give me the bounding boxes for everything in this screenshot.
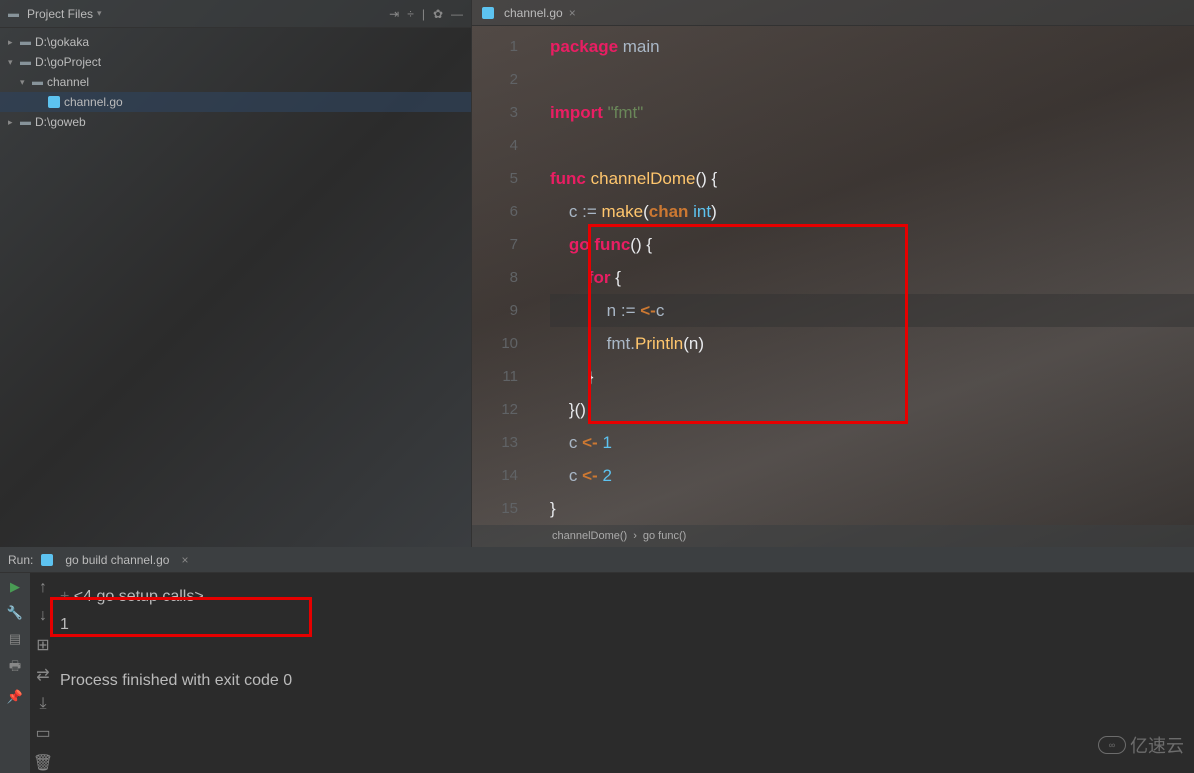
editor-body[interactable]: 123456789101112131415 package main import… (472, 26, 1194, 525)
cloud-icon: ∞ (1098, 736, 1126, 754)
project-title: Project Files (27, 7, 93, 21)
breadcrumb-fn[interactable]: channelDome() (552, 530, 627, 542)
tree-label: channel.go (64, 95, 123, 109)
trash-icon[interactable]: 🗑 (33, 753, 53, 773)
code-line[interactable]: import "fmt" (550, 96, 1194, 129)
close-icon[interactable]: × (181, 553, 188, 567)
tree-item[interactable]: ▾▬channel (0, 72, 471, 92)
tree-item[interactable]: ▸▬D:\goweb (0, 112, 471, 132)
tree-label: D:\goProject (35, 55, 101, 69)
down-icon[interactable]: ↓ (39, 607, 47, 625)
tab-label: channel.go (504, 6, 563, 20)
chevron-right-icon: › (633, 530, 637, 542)
tree-item[interactable]: channel.go (0, 92, 471, 112)
code-line[interactable]: func channelDome() { (550, 162, 1194, 195)
gofile-icon (48, 96, 60, 108)
tree-label: D:\gokaka (35, 35, 89, 49)
line-gutter: 123456789101112131415 (472, 26, 532, 525)
gofile-icon (41, 554, 53, 566)
code-line[interactable]: }() (550, 393, 1194, 426)
code-line[interactable]: package main (550, 30, 1194, 63)
folder-icon: ▬ (20, 36, 31, 48)
console-output[interactable]: + <4 go setup calls> 1 Process finished … (56, 573, 1194, 773)
breadcrumb-sub[interactable]: go func() (643, 530, 686, 542)
filter-icon[interactable]: ▭ (35, 723, 50, 743)
run-config-name[interactable]: go build channel.go (65, 553, 169, 567)
separator: | (422, 7, 425, 21)
divide-icon[interactable]: ÷ (407, 7, 414, 21)
hide-icon[interactable]: — (451, 7, 463, 21)
console-setup: <4 go setup calls> (74, 588, 204, 605)
tab-channel-go[interactable]: channel.go × (472, 0, 586, 25)
wrench-icon[interactable]: 🔧 (7, 605, 23, 621)
editor-tabs: channel.go × (472, 0, 1194, 26)
code-line[interactable]: c <- 2 (550, 459, 1194, 492)
project-tree[interactable]: ▸▬D:\gokaka▾▬D:\goProject▾▬channelchanne… (0, 28, 471, 547)
code-line[interactable] (550, 63, 1194, 96)
tree-label: channel (47, 75, 89, 89)
editor-panel: channel.go × 123456789101112131415 packa… (472, 0, 1194, 547)
run-toolbar-left: ▶ 🔧 ▤ 🖶 📌 (0, 573, 30, 773)
code-line[interactable]: c := make(chan int) (550, 195, 1194, 228)
code-line[interactable]: go func() { (550, 228, 1194, 261)
close-icon[interactable]: × (569, 6, 576, 20)
project-tool-window: ▬ Project Files ▾ ⇥ ÷ | ✿ — ▸▬D:\gokaka▾… (0, 0, 472, 547)
console-line-1: 1 (60, 611, 1190, 639)
code-line[interactable]: } (550, 360, 1194, 393)
pin-icon[interactable]: 📌 (7, 689, 23, 705)
code-line[interactable] (550, 129, 1194, 162)
gear-icon[interactable]: ✿ (433, 7, 443, 21)
dropdown-icon[interactable]: ▾ (97, 8, 102, 19)
tree-item[interactable]: ▾▬D:\goProject (0, 52, 471, 72)
code-line[interactable]: n := <-c (550, 294, 1194, 327)
folder-icon: ▬ (20, 116, 31, 128)
scroll-icon[interactable]: ⤓ (39, 695, 46, 713)
code-area[interactable]: package main import "fmt" func channelDome… (546, 26, 1194, 525)
watermark: ∞ 亿速云 (1098, 732, 1184, 758)
project-header: ▬ Project Files ▾ ⇥ ÷ | ✿ — (0, 0, 471, 28)
code-line[interactable]: c <- 1 (550, 426, 1194, 459)
wrap-icon[interactable]: ⇄ (36, 665, 49, 685)
folder-icon: ▬ (20, 56, 31, 68)
play-icon[interactable]: ▶ (10, 579, 20, 595)
gofile-icon (482, 7, 494, 19)
print-icon[interactable]: 🖶 (9, 657, 21, 679)
code-line[interactable]: for { (550, 261, 1194, 294)
tree-label: D:\goweb (35, 115, 86, 129)
watermark-text: 亿速云 (1130, 732, 1184, 758)
tree-item[interactable]: ▸▬D:\gokaka (0, 32, 471, 52)
up-icon[interactable]: ↑ (39, 579, 47, 597)
fold-gutter[interactable] (532, 26, 546, 525)
console-finished: Process finished with exit code 0 (60, 667, 1190, 695)
layout-icon[interactable]: ▤ (9, 631, 21, 647)
expand-icon[interactable]: ⊞ (36, 635, 49, 655)
folder-icon: ▬ (8, 8, 19, 20)
code-line[interactable]: } (550, 492, 1194, 525)
run-toolbar-right: ↑ ↓ ⊞ ⇄ ⤓ ▭ 🗑 (30, 573, 56, 773)
folder-icon: ▬ (32, 76, 43, 88)
code-line[interactable]: fmt.Println(n) (550, 327, 1194, 360)
run-tool-window: Run: go build channel.go × ▶ 🔧 ▤ 🖶 📌 ↑ ↓… (0, 547, 1194, 773)
collapse-icon[interactable]: ⇥ (389, 7, 399, 21)
breadcrumb[interactable]: channelDome() › go func() (472, 525, 1194, 547)
run-label: Run: (8, 553, 33, 567)
